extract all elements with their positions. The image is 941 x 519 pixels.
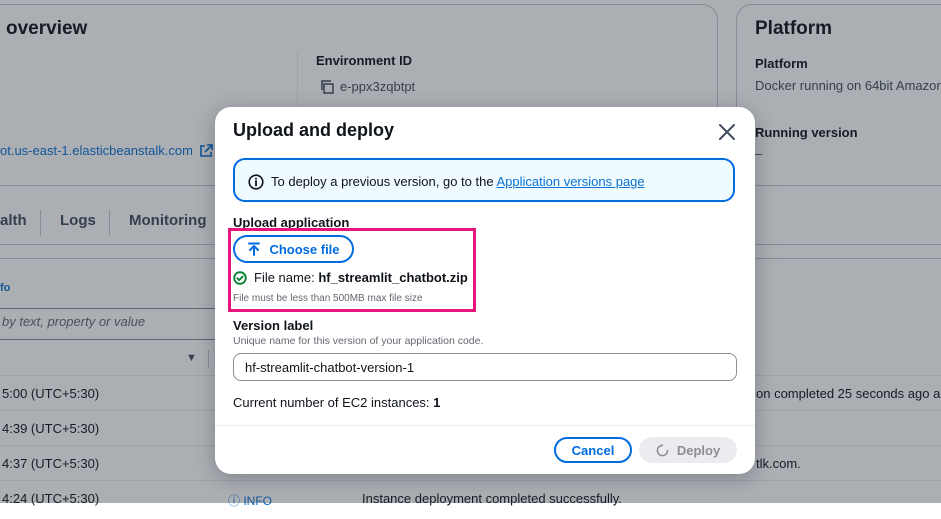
ec2-count: 1 bbox=[433, 395, 441, 410]
ec2-label: Current number of EC2 instances: bbox=[233, 395, 434, 410]
version-description: Unique name for this version of your app… bbox=[233, 335, 484, 347]
upload-deploy-modal: Upload and deploy To deploy a previous v… bbox=[215, 107, 755, 474]
info-icon bbox=[248, 174, 264, 190]
deploy-button[interactable]: Deploy bbox=[639, 437, 737, 463]
success-check-icon bbox=[233, 270, 247, 285]
modal-title: Upload and deploy bbox=[233, 120, 395, 140]
spinner-icon bbox=[656, 444, 669, 456]
version-label: Version label bbox=[233, 318, 314, 333]
file-size-hint: File must be less than 500MB max file si… bbox=[233, 293, 423, 304]
ec2-instances: Current number of EC2 instances: 1 bbox=[233, 395, 440, 410]
close-icon bbox=[719, 124, 735, 140]
file-name-prefix: File name: bbox=[254, 270, 319, 285]
file-name: hf_streamlit_chatbot.zip bbox=[318, 270, 468, 285]
deploy-label: Deploy bbox=[676, 442, 721, 458]
cancel-button[interactable]: Cancel bbox=[554, 437, 632, 463]
file-name-row: File name: hf_streamlit_chatbot.zip bbox=[254, 270, 468, 285]
alert-message: To deploy a previous version, go to the bbox=[271, 174, 497, 189]
application-versions-link[interactable]: Application versions page bbox=[496, 174, 644, 189]
choose-file-button[interactable]: Choose file bbox=[233, 235, 354, 263]
alert-text: To deploy a previous version, go to the … bbox=[271, 174, 645, 189]
upload-icon bbox=[248, 242, 261, 256]
version-label-input[interactable] bbox=[233, 353, 737, 381]
info-alert: To deploy a previous version, go to the … bbox=[233, 158, 735, 202]
modal-footer-divider bbox=[215, 425, 755, 426]
close-button[interactable] bbox=[715, 120, 739, 144]
choose-file-label: Choose file bbox=[269, 241, 340, 257]
selected-file: File name: hf_streamlit_chatbot.zip bbox=[233, 270, 468, 285]
